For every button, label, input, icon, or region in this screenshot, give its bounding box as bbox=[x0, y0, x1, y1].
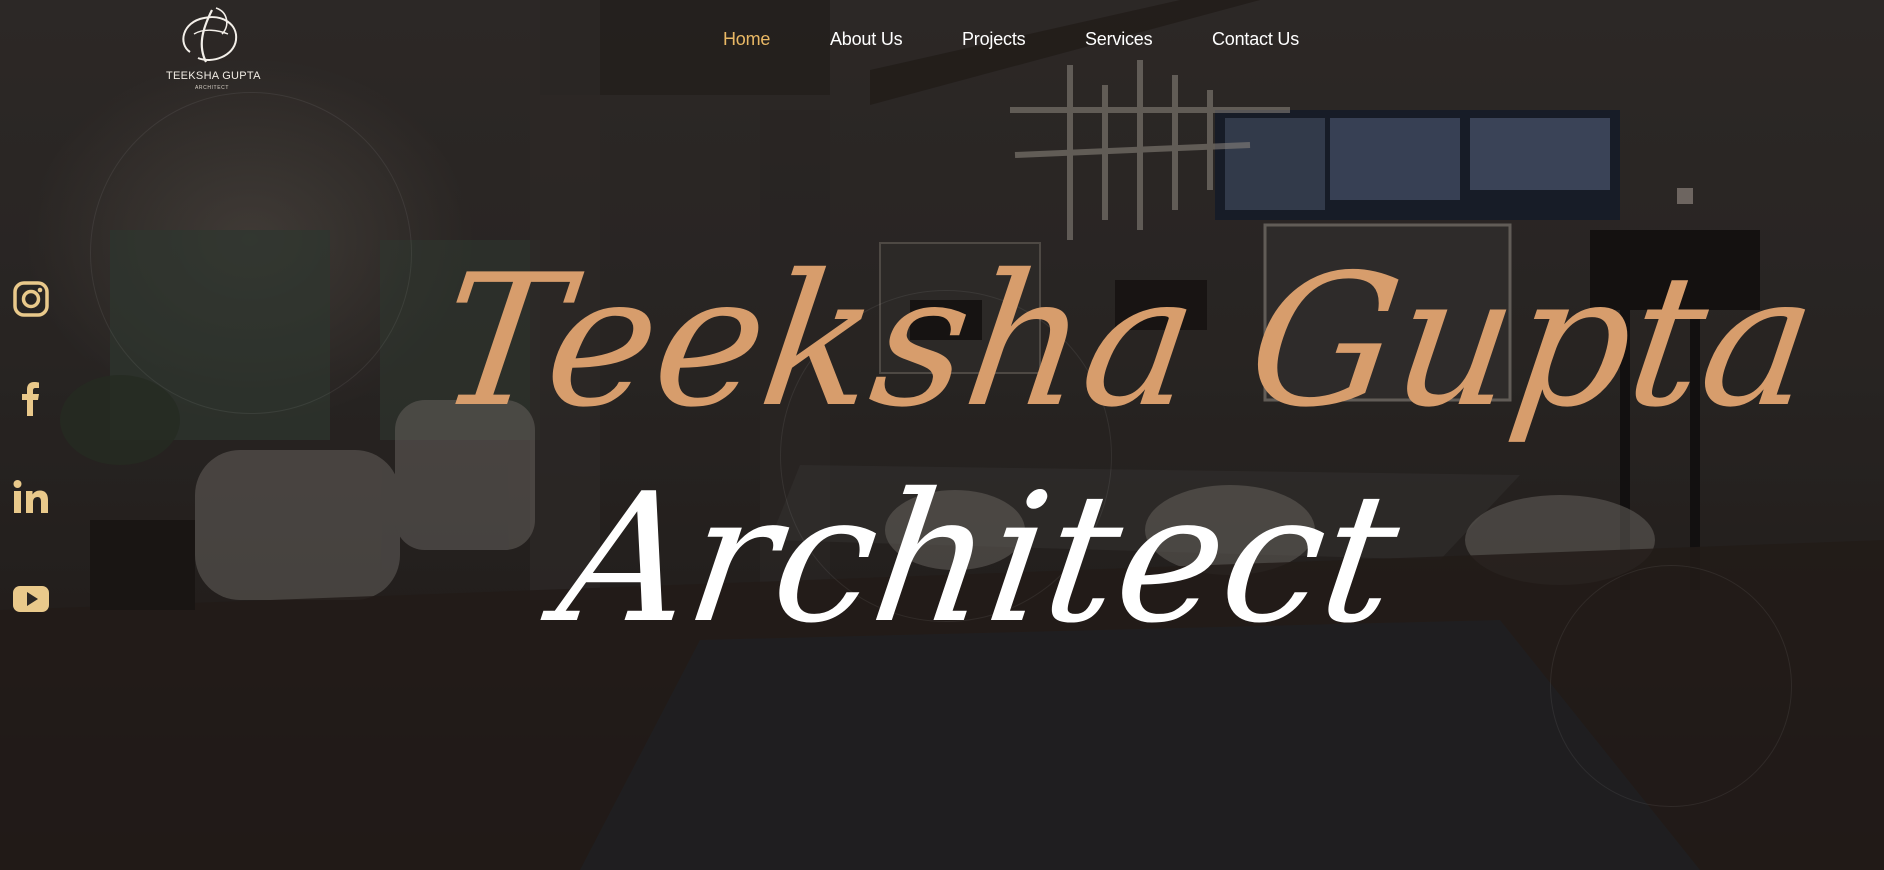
youtube-link[interactable] bbox=[12, 580, 50, 618]
nav-item-about-us[interactable]: About Us bbox=[830, 29, 903, 50]
linkedin-icon bbox=[13, 480, 48, 513]
youtube-icon bbox=[13, 586, 49, 612]
facebook-icon bbox=[22, 382, 39, 416]
nav-item-contact-us[interactable]: Contact Us bbox=[1212, 29, 1299, 50]
decorative-circle bbox=[1550, 565, 1792, 807]
decorative-square bbox=[1677, 188, 1693, 204]
nav-item-services[interactable]: Services bbox=[1085, 29, 1153, 50]
instagram-link[interactable] bbox=[12, 280, 50, 318]
nav-item-home[interactable]: Home bbox=[723, 29, 770, 50]
brand-subtitle: ARCHITECT bbox=[194, 85, 229, 91]
instagram-icon bbox=[13, 281, 49, 317]
linkedin-link[interactable] bbox=[12, 478, 50, 516]
brand-name: TEEKSHA GUPTA bbox=[166, 70, 261, 82]
hero-subtitle: Architect bbox=[548, 455, 1411, 662]
facebook-link[interactable] bbox=[12, 380, 50, 418]
main-nav: Home About Us Projects Services Contact … bbox=[0, 29, 1884, 53]
nav-item-projects[interactable]: Projects bbox=[962, 29, 1026, 50]
decorative-circle bbox=[90, 92, 412, 414]
hero-title: Teeksha Gupta bbox=[427, 235, 1828, 447]
